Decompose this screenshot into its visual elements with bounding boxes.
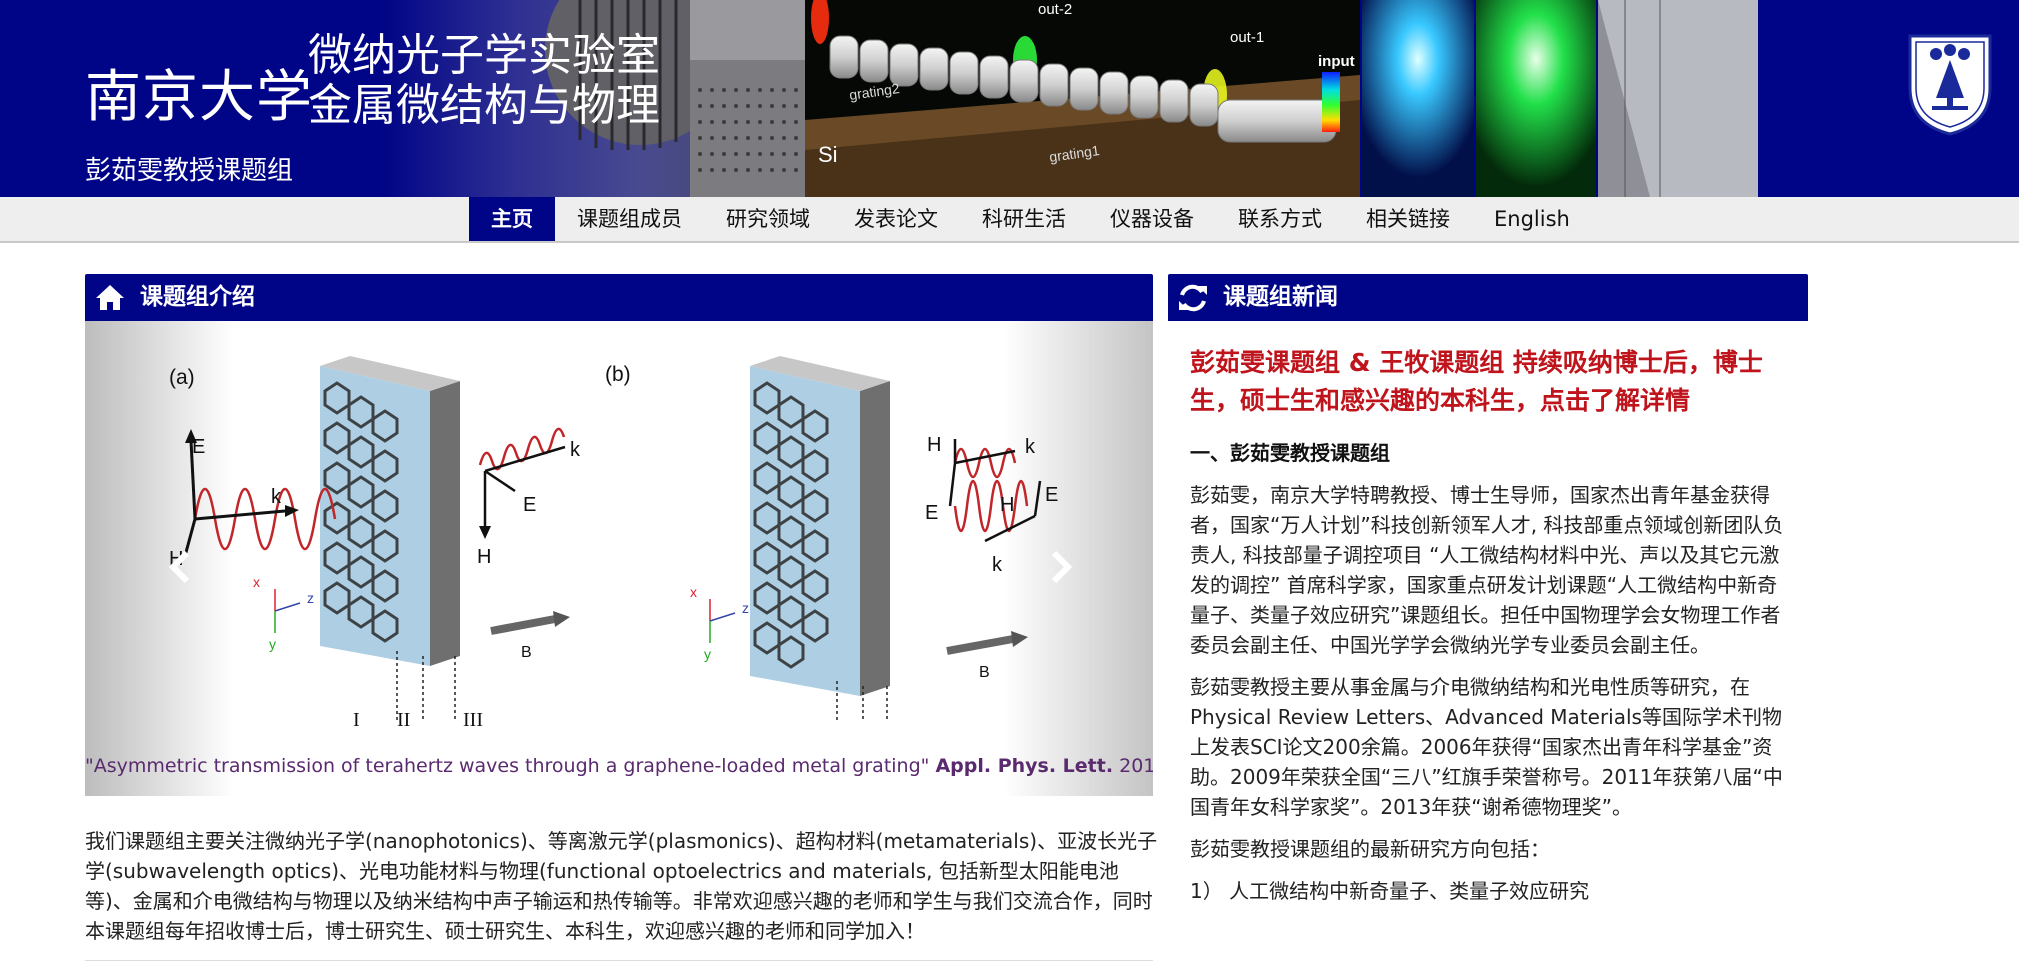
university-name: 南京大学 (85, 65, 313, 130)
research-carousel[interactable]: (a) E k H k E H x z y B I II III (b) H k… (85, 321, 1153, 796)
divider (85, 960, 1153, 961)
banner-label-out2: out-2 (1038, 1, 1072, 18)
label-k-a2: k (570, 439, 581, 461)
label-B-b: B (979, 664, 990, 681)
caption-year: 2014 (1119, 755, 1153, 777)
nav-menu: 主页 课题组成员 研究领域 发表论文 科研生活 仪器设备 联系方式 相关链接 E… (469, 197, 1592, 241)
incident-wave-a (193, 487, 337, 551)
nanjing-university-crest-icon[interactable] (1902, 28, 1998, 138)
nav-item-members[interactable]: 课题组成员 (555, 197, 704, 241)
carousel-prev-arrow-icon[interactable] (165, 549, 195, 585)
blue-field-image (1362, 0, 1474, 197)
label-H-b1: H (927, 434, 941, 456)
news-headline-link[interactable]: 彭茹雯课题组 & 王牧课题组 持续吸纳博士后，博士生，硕士生和感兴趣的本科生，点… (1190, 344, 1790, 420)
news-paragraph-bio: 彭茹雯，南京大学特聘教授、博士生导师，国家杰出青年基金获得者，国家“万人计划”科… (1190, 483, 1784, 657)
figure-caption: "Asymmetric transmission of terahertz wa… (85, 755, 1153, 777)
intro-panel-title: 课题组介绍 (140, 284, 255, 310)
label-k-a1: k (271, 486, 282, 508)
label-H-b2: H (1000, 494, 1014, 516)
label-H-a2: H (477, 546, 491, 568)
label-E-b2: E (1045, 484, 1058, 506)
header-banner: out-2 out-1 input grating2 grating1 Si 南… (0, 0, 2019, 197)
news-paragraph-achievements: 彭茹雯教授主要从事金属与介电微纳结构和光电性质等研究，在Physical Rev… (1190, 675, 1783, 819)
nav-item-contact[interactable]: 联系方式 (1216, 197, 1344, 241)
nav-item-links[interactable]: 相关链接 (1344, 197, 1472, 241)
nav-item-home[interactable]: 主页 (469, 197, 555, 241)
news-subheading: 一、彭茹雯教授课题组 (1190, 441, 1390, 465)
label-E-a1: E (192, 436, 205, 458)
axis-y-a: y (269, 636, 276, 652)
group-name: 彭茹雯教授课题组 (85, 156, 294, 186)
news-list-item-1: 1） 人工微结构中新奇量子、类量子效应研究 (1190, 879, 1590, 903)
news-panel-header: 课题组新闻 (1168, 274, 1808, 321)
axis-x-a: x (253, 574, 260, 590)
region-label-I: I (353, 709, 360, 731)
lab-name-line2: 金属微结构与物理 (308, 80, 660, 131)
axis-z-b: z (742, 600, 749, 616)
nav-item-english[interactable]: English (1472, 197, 1592, 241)
nav-item-life[interactable]: 科研生活 (960, 197, 1088, 241)
axis-z-a: z (307, 590, 314, 606)
region-label-III: III (463, 709, 483, 731)
lab-name-line1: 微纳光子学实验室 (308, 30, 660, 81)
intro-panel-header: 课题组介绍 (85, 274, 1153, 321)
home-icon (96, 285, 124, 310)
banner-label-input: input (1318, 53, 1355, 70)
nav-item-research[interactable]: 研究领域 (704, 197, 832, 241)
axis-x-b: x (690, 584, 697, 600)
figure-label-b: (b) (605, 363, 631, 386)
green-field-image (1476, 0, 1596, 197)
incident-wave-b (953, 480, 1029, 532)
caption-journal: Appl. Phys. Lett. (935, 755, 1114, 777)
nav-item-equipment[interactable]: 仪器设备 (1088, 197, 1216, 241)
caption-title: "Asymmetric transmission of terahertz wa… (85, 755, 930, 777)
label-E-b1: E (925, 502, 938, 524)
main-navigation: 主页 课题组成员 研究领域 发表论文 科研生活 仪器设备 联系方式 相关链接 E… (0, 197, 2019, 243)
banner-label-si: Si (818, 142, 838, 167)
axis-y-b: y (704, 646, 711, 662)
figure-label-a: (a) (169, 366, 195, 389)
intro-paragraph: 我们课题组主要关注微纳光子学(nanophotonics)、等离激元学(plas… (85, 829, 1158, 943)
label-E-a2: E (523, 494, 536, 516)
banner-label-out1: out-1 (1230, 29, 1264, 46)
news-content: 彭茹雯课题组 & 王牧课题组 持续吸纳博士后，博士生，硕士生和感兴趣的本科生，点… (1190, 344, 1790, 906)
transmitted-wave-a (478, 427, 566, 471)
label-k-b1: k (1025, 436, 1036, 458)
news-panel-title: 课题组新闻 (1223, 284, 1338, 310)
nav-item-publications[interactable]: 发表论文 (832, 197, 960, 241)
refresh-icon (1179, 284, 1207, 312)
region-label-II: II (397, 709, 410, 731)
label-B-a: B (521, 644, 532, 661)
graphene-grating-figure: (a) E k H k E H x z y B I II III (b) H k… (169, 356, 1058, 731)
news-paragraph-directions: 彭茹雯教授课题组的最新研究方向包括： (1190, 837, 1550, 861)
carousel-next-arrow-icon[interactable] (1046, 549, 1076, 585)
label-k-b2: k (992, 554, 1003, 576)
